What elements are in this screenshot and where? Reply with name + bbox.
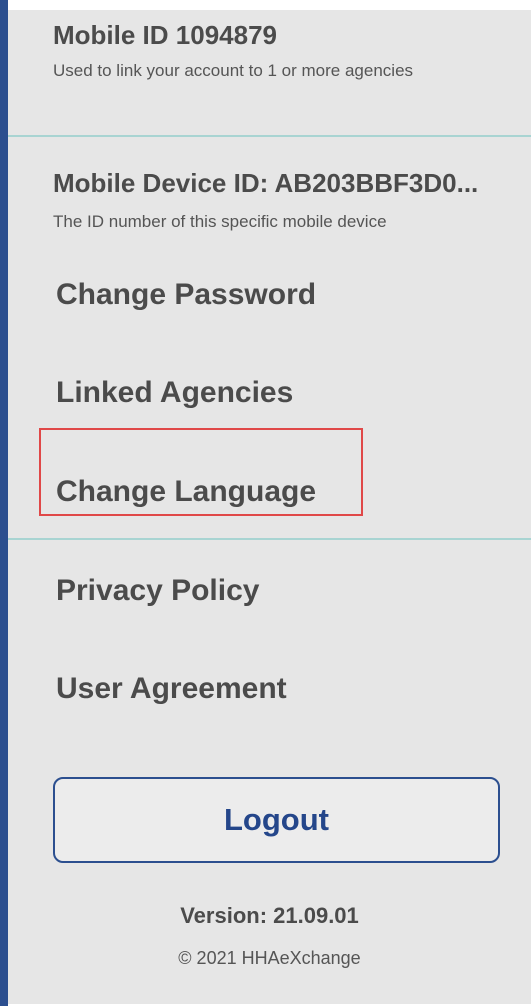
section-divider <box>8 538 531 540</box>
user-agreement-item[interactable]: User Agreement <box>56 672 287 706</box>
device-id-description: The ID number of this specific mobile de… <box>53 212 387 231</box>
linked-agencies-item[interactable]: Linked Agencies <box>56 376 293 410</box>
mobile-id-description: Used to link your account to 1 or more a… <box>53 61 414 80</box>
version-text: Version: 21.09.01 <box>180 903 359 928</box>
privacy-policy-item[interactable]: Privacy Policy <box>56 574 259 608</box>
section-divider <box>8 135 531 137</box>
copyright-text: © 2021 HHAeXchange <box>178 948 361 968</box>
settings-screen: Mobile ID 1094879 Used to link your acco… <box>0 0 531 1006</box>
drawer-edge <box>0 0 8 1006</box>
change-password-item[interactable]: Change Password <box>56 278 316 312</box>
highlight-annotation-box <box>39 428 363 516</box>
logout-button[interactable]: Logout <box>53 777 500 863</box>
mobile-id-title: Mobile ID 1094879 <box>53 20 277 50</box>
logout-label: Logout <box>223 802 329 837</box>
device-id-title: Mobile Device ID: AB203BBF3D0... <box>53 168 479 198</box>
